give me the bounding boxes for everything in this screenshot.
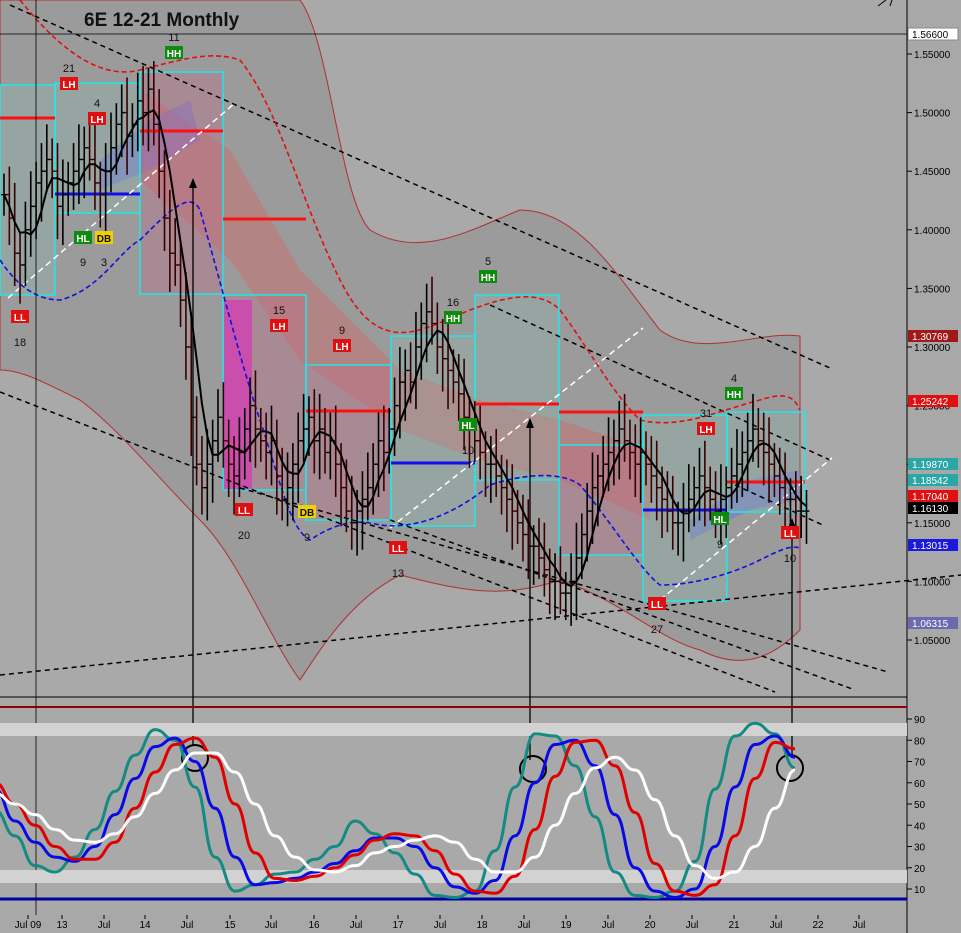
swing-label-count: 27 (651, 624, 663, 636)
box-10 (726, 411, 806, 513)
price-tick-label: 1.45000 (914, 167, 951, 178)
box-3 (139, 71, 224, 295)
price-tag-label: 1.17040 (912, 492, 949, 503)
osc-tick-label: 70 (914, 758, 926, 769)
swing-label-text: DB (300, 508, 314, 519)
swing-label-text: LH (699, 425, 712, 436)
osc-tick-label: 30 (914, 843, 926, 854)
swing-label-count: 4 (731, 373, 737, 385)
chart-svg[interactable]: LH21LH4HH11HL9DB3LL18LH15LL20LH9DB9LL13H… (0, 0, 961, 933)
osc-band-low (0, 870, 907, 883)
time-tick-label: 22 (812, 920, 824, 931)
time-tick-label: Jul (181, 920, 194, 931)
price-tag-label: 1.25242 (912, 397, 949, 408)
chart-stage: LH 21 LH 4 HH 11 HL 9 DB 3 LL 18 LH 15 LL 20 LH 9 DB 9 LL 13 H… (0, 0, 961, 933)
price-tick-label: 1.15000 (914, 519, 951, 530)
swing-label-count: 9 (80, 257, 86, 269)
time-tick-label: Jul (98, 920, 111, 931)
price-tick-label: 1.05000 (914, 636, 951, 647)
swing-label-count: 16 (447, 297, 459, 309)
swing-label-count: 4 (94, 98, 100, 110)
price-tag-label: 1.18542 (912, 476, 949, 487)
swing-label-count: 31 (700, 408, 712, 420)
time-tick-label: Jul (518, 920, 531, 931)
time-tick-label: Jul (350, 920, 363, 931)
osc-tick-label: 90 (914, 715, 926, 726)
swing-label-count: 20 (238, 530, 250, 542)
osc-tick-label: 10 (914, 885, 926, 896)
time-tick-label: 14 (139, 920, 151, 931)
swing-label-text: LH (90, 115, 103, 126)
time-tick-label: 13 (56, 920, 68, 931)
time-tick-label: Jul (265, 920, 278, 931)
swing-label-text: LL (238, 506, 250, 517)
osc-tick-label: 40 (914, 821, 926, 832)
box-7 (474, 294, 560, 481)
time-tick-label: Jul (602, 920, 615, 931)
swing-label-count: 9 (304, 532, 310, 544)
osc-tick-label: 60 (914, 779, 926, 790)
price-tick-label: 1.35000 (914, 284, 951, 295)
swing-label-text: DB (97, 234, 111, 245)
osc-tick-label: 80 (914, 736, 926, 747)
swing-label-text: HL (461, 421, 474, 432)
price-tick-label: 1.10000 (914, 577, 951, 588)
time-tick-label: Jul (770, 920, 783, 931)
swing-label-text: LL (14, 313, 26, 324)
price-tag-label: 1.06315 (912, 619, 949, 630)
price-tick-label: 1.30000 (914, 343, 951, 354)
swing-label-count: 21 (63, 63, 75, 75)
swing-label-count: 9 (339, 325, 345, 337)
swing-label-text: HH (446, 314, 460, 325)
box-9 (642, 414, 728, 602)
price-tick-label: 1.55000 (914, 50, 951, 61)
swing-label-text: HH (481, 273, 495, 284)
price-tag-label: 1.19870 (912, 460, 949, 471)
swing-label-count: 18 (14, 337, 26, 349)
price-tick-label: 1.50000 (914, 109, 951, 120)
swing-label-text: HL (713, 515, 726, 526)
time-tick-label: 17 (392, 920, 404, 931)
swing-label-text: LH (272, 322, 285, 333)
swing-label-text: HL (76, 234, 89, 245)
time-tick-label: Jul (434, 920, 447, 931)
swing-label-count: 10 (784, 553, 796, 565)
swing-label-text: LH (62, 80, 75, 91)
swing-label-text: LL (392, 544, 404, 555)
swing-label-text: LL (651, 600, 663, 611)
time-tick-label: 18 (476, 920, 488, 931)
chart-title: 6E 12-21 Monthly (84, 10, 240, 31)
time-tick-label: 20 (644, 920, 656, 931)
swing-label-text: LH (335, 342, 348, 353)
price-tag-label: 1.13015 (912, 541, 949, 552)
price-tick-label: 1.40000 (914, 226, 951, 237)
price-tag-label: 1.30769 (912, 332, 949, 343)
swing-label-count: 5 (485, 256, 491, 268)
time-tick-label: 19 (560, 920, 572, 931)
osc-tick-label: 50 (914, 800, 926, 811)
swing-label-text: LL (784, 529, 796, 540)
swing-label-text: HH (727, 390, 741, 401)
price-tag-label: 1.56600 (912, 30, 949, 41)
swing-label-count: 10 (462, 445, 474, 457)
swing-label-count: 13 (392, 568, 404, 580)
swing-label-count: 15 (273, 305, 285, 317)
osc-tick-label: 20 (914, 864, 926, 875)
time-tick-label: Jul (853, 920, 866, 931)
time-tick-label: Jul (686, 920, 699, 931)
time-tick-label: 21 (728, 920, 740, 931)
time-tick-label: 15 (224, 920, 236, 931)
time-tick-label: Jul 09 (15, 920, 42, 931)
swing-label-text: HH (167, 49, 181, 60)
price-tag-label: 1.16130 (912, 504, 949, 515)
time-tick-label: 16 (308, 920, 320, 931)
swing-label-count: 9 (717, 539, 723, 551)
swing-label-count: 3 (101, 257, 107, 269)
